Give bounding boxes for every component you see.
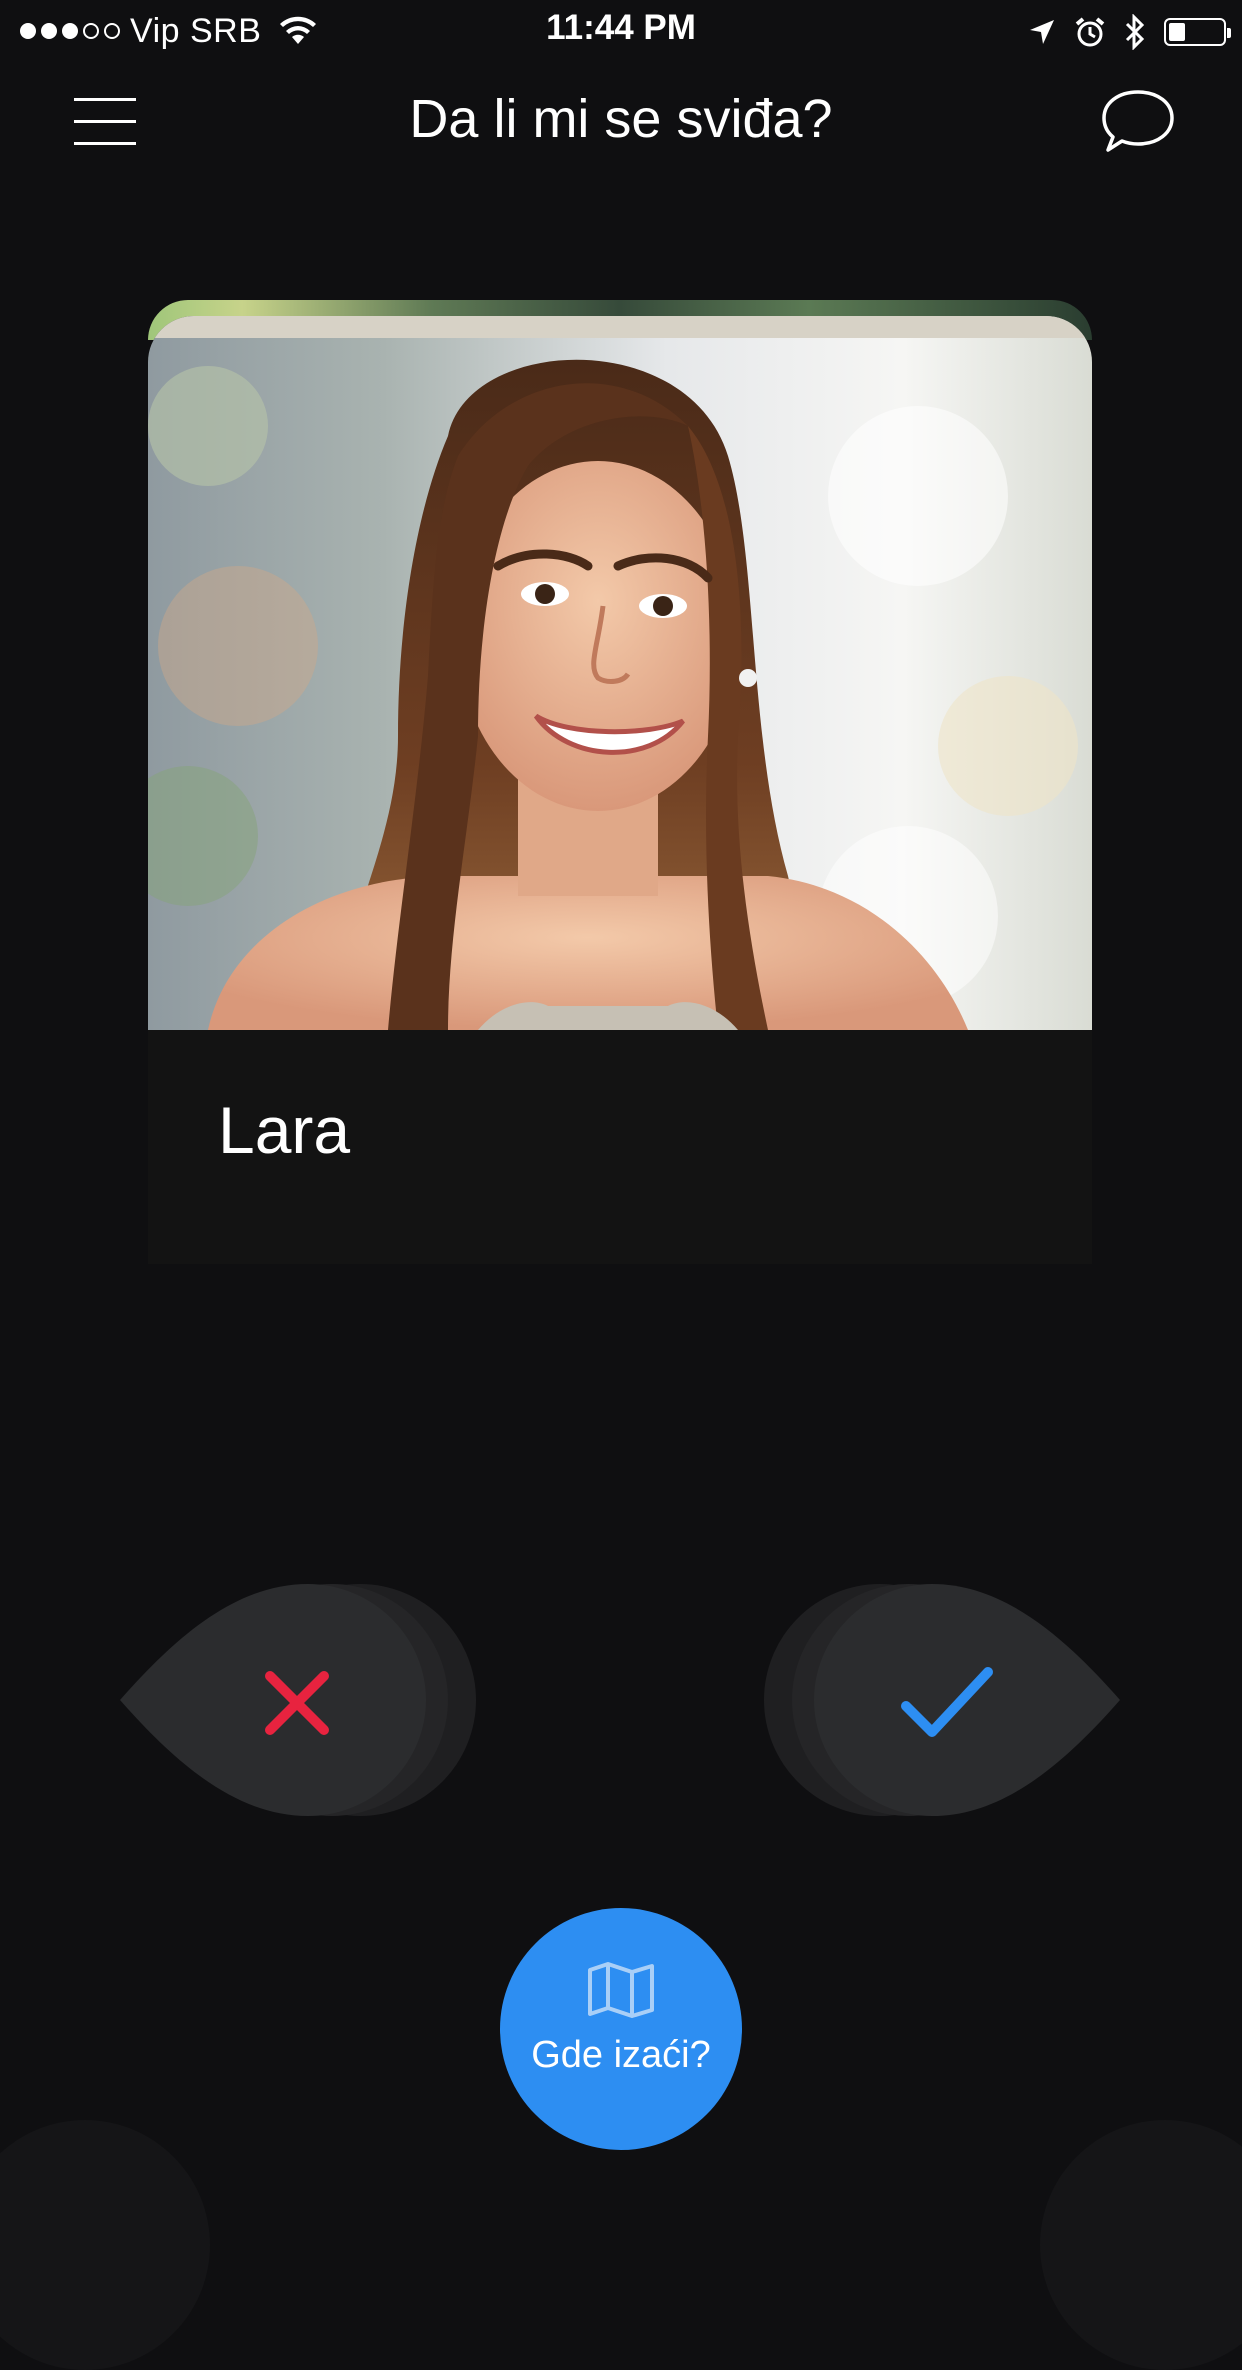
map-icon <box>588 1962 654 2018</box>
status-bar: Vip SRB 11:44 PM <box>0 0 1242 62</box>
profile-card[interactable]: Lara <box>148 316 1092 1264</box>
where-to-go-label: Gde izaći? <box>531 2034 711 2076</box>
bottom-decoration <box>0 2120 210 2370</box>
chat-bubble-icon[interactable] <box>1100 88 1176 154</box>
profile-name: Lara <box>218 1093 351 1167</box>
alarm-icon <box>1075 17 1105 47</box>
where-to-go-button[interactable]: Gde izaći? <box>500 1908 742 2150</box>
like-button[interactable] <box>762 1584 1122 1824</box>
bluetooth-icon <box>1125 14 1145 50</box>
battery-icon <box>1164 18 1231 46</box>
bottom-decoration <box>1040 2120 1242 2370</box>
location-arrow-icon <box>1030 20 1054 44</box>
page-title: Da li mi se sviđa? <box>409 89 833 149</box>
dislike-button[interactable] <box>118 1584 478 1824</box>
navbar: Da li mi se sviđa? <box>0 62 1242 182</box>
battery-level <box>1169 23 1185 41</box>
profile-photo <box>148 316 1092 1030</box>
status-right <box>1028 12 1231 52</box>
profile-info: Lara <box>148 1030 1092 1264</box>
